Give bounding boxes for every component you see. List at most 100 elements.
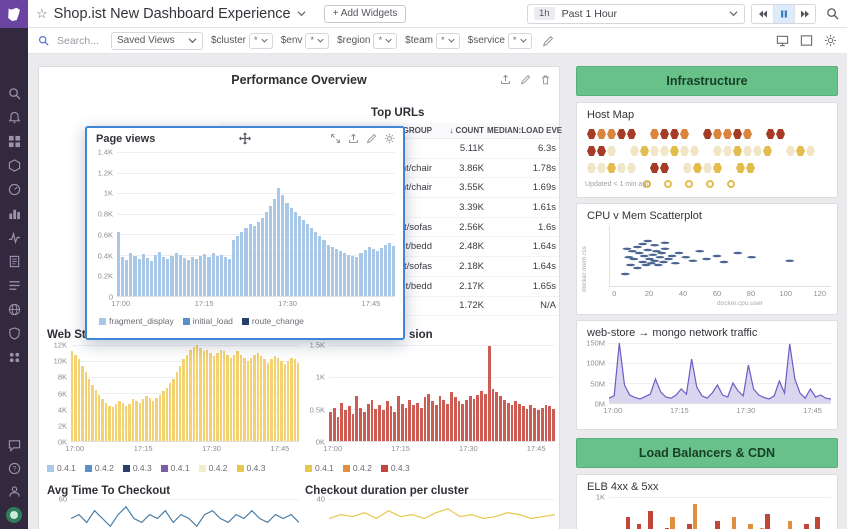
host-hexagon[interactable] — [650, 129, 659, 139]
host-hexagon[interactable] — [723, 129, 732, 139]
export-icon[interactable] — [348, 133, 359, 144]
host-hexagon[interactable] — [587, 163, 596, 173]
host-hexagon[interactable] — [766, 129, 775, 139]
host-cluster[interactable] — [736, 163, 756, 173]
host-hexagon[interactable] — [713, 129, 722, 139]
host-hexagon[interactable] — [670, 129, 679, 139]
host-hexagon[interactable] — [763, 146, 772, 156]
host-hexagon[interactable] — [753, 146, 762, 156]
host-hexagon[interactable] — [597, 163, 606, 173]
host-hexagon[interactable] — [587, 129, 596, 139]
host-hexagon[interactable] — [587, 146, 596, 156]
var-value-dropdown[interactable]: * — [249, 33, 273, 49]
gear-icon[interactable] — [384, 133, 395, 144]
legend-item[interactable]: 0.4.3 — [237, 463, 266, 473]
user-avatar[interactable] — [6, 507, 22, 523]
nav-logs-icon[interactable] — [7, 278, 21, 292]
chat-icon[interactable] — [7, 438, 21, 452]
move-crosshair-icon[interactable] — [239, 132, 252, 145]
legend-item[interactable]: route_change — [242, 316, 304, 326]
host-cluster[interactable] — [683, 163, 723, 173]
host-hexagon[interactable] — [627, 163, 636, 173]
host-hexagon[interactable] — [736, 163, 745, 173]
host-hexagon[interactable] — [743, 129, 752, 139]
var-value-dropdown[interactable]: * — [508, 33, 532, 49]
nav-monitors-icon[interactable] — [7, 182, 21, 196]
host-hexagon[interactable] — [670, 146, 679, 156]
host-hexagon[interactable] — [786, 146, 795, 156]
legend-item[interactable]: 0.4.3 — [381, 463, 410, 473]
legend-item[interactable]: fragment_display — [99, 316, 174, 326]
legend-item[interactable]: 0.4.1 — [161, 463, 190, 473]
host-hexagon[interactable] — [733, 129, 742, 139]
help-icon[interactable]: ? — [7, 461, 21, 475]
legend-item[interactable]: 0.4.2 — [343, 463, 372, 473]
host-hexagon[interactable] — [607, 129, 616, 139]
export-icon[interactable] — [500, 74, 511, 85]
nav-integrations-icon[interactable] — [7, 350, 21, 364]
host-hexagon[interactable] — [660, 129, 669, 139]
host-hexagon[interactable] — [776, 129, 785, 139]
search-input[interactable]: Search... — [57, 35, 103, 47]
saved-views-dropdown[interactable]: Saved Views — [111, 32, 203, 50]
host-hexagon[interactable] — [597, 129, 606, 139]
trash-icon[interactable] — [540, 74, 551, 85]
host-hexagon[interactable] — [680, 146, 689, 156]
edit-variables-pencil-icon[interactable] — [542, 35, 554, 47]
edit-pencil-icon[interactable] — [520, 74, 531, 85]
avg-checkout-chart[interactable]: 605040 — [47, 499, 299, 529]
settings-gear-icon[interactable] — [824, 34, 837, 47]
legend-item[interactable]: 0.4.2 — [199, 463, 228, 473]
host-hexagon[interactable] — [746, 163, 755, 173]
host-hexagon[interactable] — [683, 163, 692, 173]
edit-pencil-icon[interactable] — [366, 133, 377, 144]
host-hexagon[interactable] — [743, 146, 752, 156]
host-map[interactable] — [587, 129, 831, 188]
host-hexagon[interactable] — [723, 146, 732, 156]
host-hexagon[interactable] — [640, 146, 649, 156]
host-cluster[interactable] — [650, 163, 670, 173]
nav-watchdog-icon[interactable] — [7, 110, 21, 124]
pause-button[interactable] — [773, 5, 794, 23]
host-hexagon[interactable] — [617, 129, 626, 139]
nav-dashboards-icon[interactable] — [7, 134, 21, 148]
host-hexagon[interactable] — [597, 146, 606, 156]
host-cluster[interactable] — [587, 163, 637, 173]
web-store-chart[interactable]: 12K10K8K6K4K2K0K17:0017:1517:3017:45 — [47, 345, 299, 453]
host-cluster[interactable] — [703, 129, 753, 139]
nav-metrics-icon[interactable] — [7, 206, 21, 220]
host-cluster[interactable] — [630, 146, 700, 156]
host-hexagon[interactable] — [806, 146, 815, 156]
host-hexagon[interactable] — [703, 163, 712, 173]
host-hexagon[interactable] — [713, 163, 722, 173]
nav-notebooks-icon[interactable] — [7, 254, 21, 268]
host-hexagon[interactable] — [690, 146, 699, 156]
host-hexagon[interactable] — [703, 129, 712, 139]
host-hexagon[interactable] — [607, 163, 616, 173]
load-balancers-group-header[interactable]: Load Balancers & CDN — [576, 438, 838, 468]
host-hexagon[interactable] — [627, 129, 636, 139]
expand-icon[interactable] — [330, 133, 341, 144]
skip-back-button[interactable] — [752, 5, 773, 23]
presentation-icon[interactable] — [776, 34, 789, 47]
host-hexagon[interactable] — [650, 146, 659, 156]
time-range-picker[interactable]: 1h Past 1 Hour — [527, 4, 745, 24]
host-cluster[interactable] — [587, 146, 617, 156]
host-hexagon[interactable] — [660, 163, 669, 173]
host-cluster[interactable] — [713, 146, 773, 156]
host-cluster[interactable] — [587, 129, 637, 139]
nav-search-icon[interactable] — [7, 86, 21, 100]
host-hexagon[interactable] — [733, 146, 742, 156]
legend-item[interactable]: 0.4.3 — [123, 463, 152, 473]
infrastructure-group-header[interactable]: Infrastructure — [576, 66, 838, 96]
add-widgets-button[interactable]: + Add Widgets — [324, 5, 407, 23]
host-hexagon[interactable] — [617, 163, 626, 173]
host-hexagon[interactable] — [660, 146, 669, 156]
host-cluster[interactable] — [786, 146, 816, 156]
var-value-dropdown[interactable]: * — [436, 33, 460, 49]
legend-item[interactable]: 0.4.1 — [47, 463, 76, 473]
host-hexagon[interactable] — [607, 146, 616, 156]
time-range-shortcut[interactable]: 1h — [534, 7, 555, 20]
nav-security-icon[interactable] — [7, 326, 21, 340]
favorite-star-icon[interactable]: ☆ — [36, 7, 48, 20]
